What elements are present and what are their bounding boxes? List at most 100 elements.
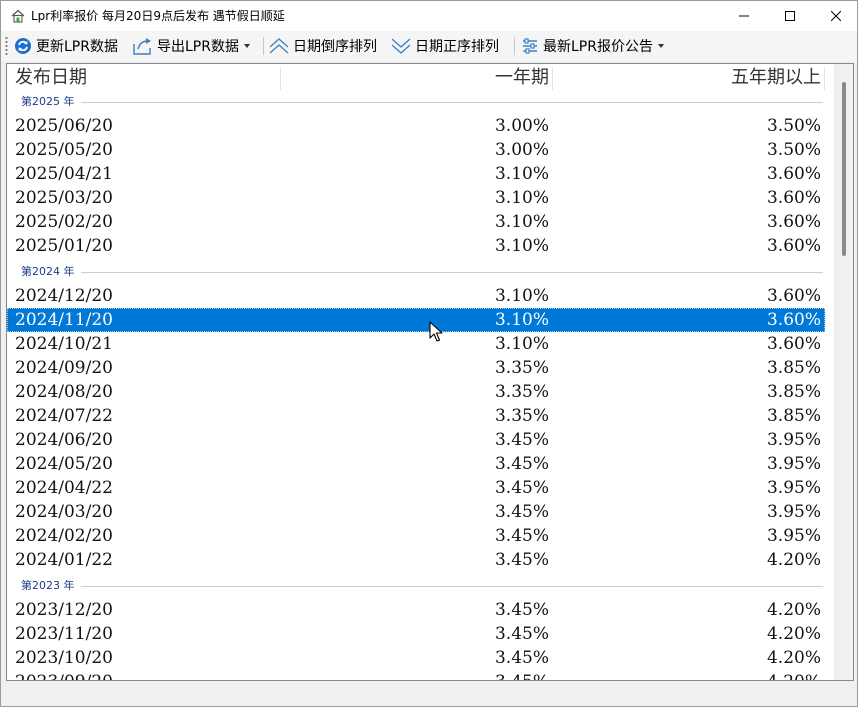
sort-asc-icon xyxy=(391,38,411,54)
list-header: 发布日期 一年期 五年期以上 xyxy=(7,64,825,92)
lpr-list-view[interactable]: 发布日期 一年期 五年期以上 第2025 年 2025/06/20 3.00% 3.5… xyxy=(6,63,854,681)
cell-five-year-rate: 3.95% xyxy=(766,454,821,474)
chevron-down-icon xyxy=(657,44,664,48)
maximize-button[interactable] xyxy=(767,1,813,31)
scrollbar-thumb[interactable] xyxy=(842,82,846,256)
mouse-cursor-icon xyxy=(429,321,443,342)
table-row[interactable]: 2024/11/20 3.10% 3.60% xyxy=(7,308,825,332)
title-bar[interactable]: Lpr利率报价 每月20日9点后发布 遇节假日顺延 xyxy=(1,1,857,31)
table-row[interactable]: 2024/02/20 3.45% 3.95% xyxy=(7,524,825,548)
status-bar xyxy=(1,684,857,706)
cell-one-year-rate: 3.10% xyxy=(494,212,549,232)
column-header-release-date[interactable]: 发布日期 xyxy=(15,64,87,92)
cell-release-date: 2024/03/20 xyxy=(15,502,113,522)
maximize-icon xyxy=(785,11,795,21)
close-button[interactable] xyxy=(813,1,858,31)
table-row[interactable]: 2025/06/20 3.00% 3.50% xyxy=(7,114,825,138)
cell-one-year-rate: 3.45% xyxy=(494,624,549,644)
cell-one-year-rate: 3.45% xyxy=(494,502,549,522)
latest-lpr-announcement-button[interactable]: 最新LPR报价公告 xyxy=(520,34,664,58)
table-row[interactable]: 2024/08/20 3.35% 3.85% xyxy=(7,380,825,404)
group-divider xyxy=(81,586,823,587)
vertical-scrollbar[interactable] xyxy=(834,64,853,680)
column-divider[interactable] xyxy=(280,68,281,90)
minimize-icon xyxy=(739,15,749,17)
cell-one-year-rate: 3.45% xyxy=(494,648,549,668)
table-row[interactable]: 2025/04/21 3.10% 3.60% xyxy=(7,162,825,186)
export-lpr-button[interactable]: 导出LPR数据 xyxy=(132,34,250,58)
announcement-icon xyxy=(523,38,537,54)
cell-one-year-rate: 3.45% xyxy=(494,600,549,620)
update-lpr-label: 更新LPR数据 xyxy=(36,39,118,55)
table-row[interactable]: 2024/10/21 3.10% 3.60% xyxy=(7,332,825,356)
cell-release-date: 2024/10/21 xyxy=(15,334,113,354)
cell-one-year-rate: 3.10% xyxy=(494,188,549,208)
cell-one-year-rate: 3.10% xyxy=(494,334,549,354)
cell-one-year-rate: 3.45% xyxy=(494,454,549,474)
sort-desc-button[interactable]: 日期倒序排列 xyxy=(268,34,377,58)
cell-release-date: 2024/05/20 xyxy=(15,454,113,474)
cell-five-year-rate: 3.95% xyxy=(766,502,821,522)
cell-one-year-rate: 3.10% xyxy=(494,310,549,330)
table-row[interactable]: 2023/09/20 3.45% 4.20% xyxy=(7,670,825,680)
cell-release-date: 2025/03/20 xyxy=(15,188,113,208)
update-lpr-button[interactable]: 更新LPR数据 xyxy=(13,34,118,58)
group-header: 第2023 年 xyxy=(7,576,825,598)
cell-release-date: 2025/01/20 xyxy=(15,236,113,256)
cell-one-year-rate: 3.35% xyxy=(494,406,549,426)
column-header-one-year[interactable]: 一年期 xyxy=(495,64,549,92)
group-header: 第2025 年 xyxy=(7,92,825,114)
group-divider xyxy=(81,272,823,273)
column-header-five-year[interactable]: 五年期以上 xyxy=(731,64,821,92)
cell-release-date: 2024/12/20 xyxy=(15,286,113,306)
cell-release-date: 2023/12/20 xyxy=(15,600,113,620)
table-row[interactable]: 2025/02/20 3.10% 3.60% xyxy=(7,210,825,234)
cell-release-date: 2024/11/20 xyxy=(15,310,113,330)
sort-asc-button[interactable]: 日期正序排列 xyxy=(390,34,499,58)
cell-five-year-rate: 3.95% xyxy=(766,478,821,498)
table-row[interactable]: 2025/03/20 3.10% 3.60% xyxy=(7,186,825,210)
cell-release-date: 2024/09/20 xyxy=(15,358,113,378)
toolbar-grip[interactable] xyxy=(5,36,8,56)
table-row[interactable]: 2024/09/20 3.35% 3.85% xyxy=(7,356,825,380)
table-row[interactable]: 2024/04/22 3.45% 3.95% xyxy=(7,476,825,500)
cell-release-date: 2024/02/20 xyxy=(15,526,113,546)
group-divider xyxy=(81,102,823,103)
minimize-button[interactable] xyxy=(721,1,767,31)
sort-desc-icon xyxy=(269,38,289,54)
cell-five-year-rate: 4.20% xyxy=(766,624,821,644)
window-title: Lpr利率报价 每月20日9点后发布 遇节假日顺延 xyxy=(31,9,285,23)
column-divider[interactable] xyxy=(824,68,825,90)
toolbar-separator xyxy=(263,37,264,55)
cell-five-year-rate: 3.60% xyxy=(766,236,821,256)
column-divider[interactable] xyxy=(552,68,553,90)
table-row[interactable]: 2023/11/20 3.45% 4.20% xyxy=(7,622,825,646)
table-row[interactable]: 2025/05/20 3.00% 3.50% xyxy=(7,138,825,162)
cell-one-year-rate: 3.45% xyxy=(494,550,549,570)
cell-five-year-rate: 4.20% xyxy=(767,670,821,680)
house-icon xyxy=(10,8,26,24)
table-row[interactable]: 2025/01/20 3.10% 3.60% xyxy=(7,234,825,258)
cell-release-date: 2025/02/20 xyxy=(15,212,113,232)
cell-one-year-rate: 3.45% xyxy=(494,526,549,546)
cell-five-year-rate: 4.20% xyxy=(766,600,821,620)
table-row[interactable]: 2023/10/20 3.45% 4.20% xyxy=(7,646,825,670)
cell-release-date: 2023/09/20 xyxy=(15,670,113,680)
table-row[interactable]: 2024/07/22 3.35% 3.85% xyxy=(7,404,825,428)
table-row[interactable]: 2024/01/22 3.45% 4.20% xyxy=(7,548,825,572)
table-row[interactable]: 2024/06/20 3.45% 3.95% xyxy=(7,428,825,452)
app-window: Lpr利率报价 每月20日9点后发布 遇节假日顺延 更新LPR数据 导出LPR数… xyxy=(0,0,858,707)
group-header: 第2024 年 xyxy=(7,262,825,284)
cell-one-year-rate: 3.45% xyxy=(494,478,549,498)
cell-release-date: 2025/05/20 xyxy=(15,140,113,160)
cell-release-date: 2024/06/20 xyxy=(15,430,113,450)
table-row[interactable]: 2024/12/20 3.10% 3.60% xyxy=(7,284,825,308)
table-row[interactable]: 2023/12/20 3.45% 4.20% xyxy=(7,598,825,622)
table-row[interactable]: 2024/03/20 3.45% 3.95% xyxy=(7,500,825,524)
latest-lpr-announcement-label: 最新LPR报价公告 xyxy=(543,39,653,55)
cell-five-year-rate: 4.20% xyxy=(766,648,821,668)
cell-release-date: 2024/08/20 xyxy=(15,382,113,402)
table-row[interactable]: 2024/05/20 3.45% 3.95% xyxy=(7,452,825,476)
cell-release-date: 2024/07/22 xyxy=(15,406,113,426)
toolbar-separator xyxy=(514,37,515,55)
